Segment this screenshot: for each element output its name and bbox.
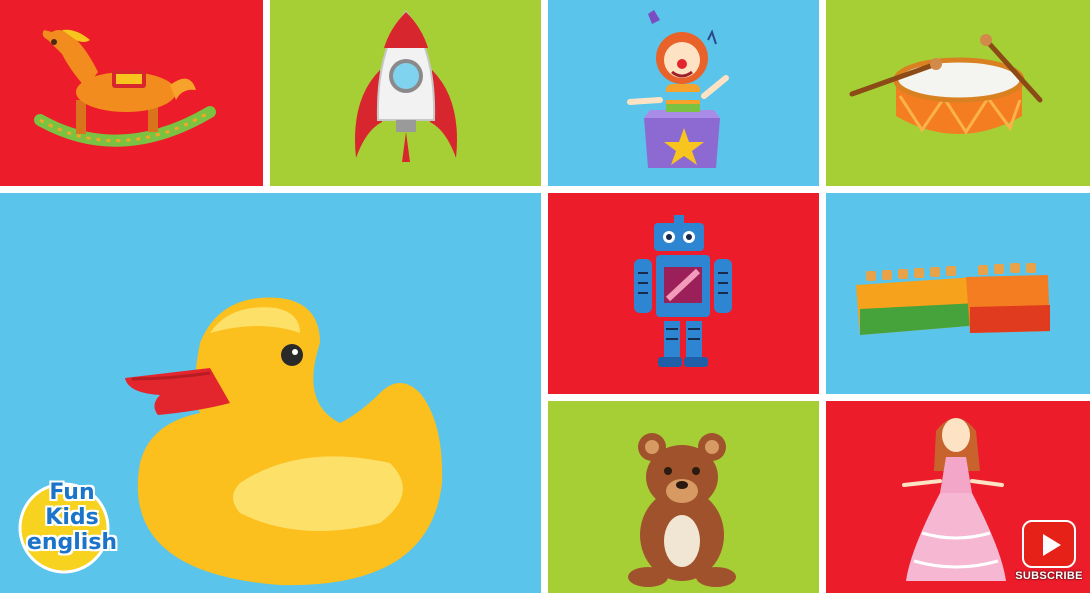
subscribe-label: SUBSCRIBE <box>1015 570 1083 582</box>
tile-teddy-bear <box>548 401 819 593</box>
subscribe-button[interactable]: SUBSCRIBE <box>1014 520 1084 588</box>
tile-rocking-horse <box>0 0 263 186</box>
drum-icon <box>849 34 1043 135</box>
building-blocks-icon <box>856 263 1050 335</box>
play-triangle-icon <box>1043 534 1061 556</box>
tile-rocket <box>270 0 541 186</box>
youtube-play-icon <box>1022 520 1076 568</box>
tile-drum <box>826 0 1090 186</box>
teddy-bear-icon <box>628 433 736 587</box>
logo-line-2: Kids <box>45 505 99 530</box>
tile-robot <box>548 193 819 394</box>
logo-line-1: Fun <box>49 480 95 505</box>
logo-line-3: english <box>26 530 118 555</box>
tile-building-blocks <box>826 193 1090 394</box>
rocking-horse-icon <box>34 29 216 147</box>
toys-grid: Fun Kids english SUBSCRIBE <box>0 0 1090 593</box>
robot-icon <box>634 215 732 367</box>
jack-in-the-box-icon <box>627 10 729 168</box>
rocket-icon <box>355 10 457 162</box>
fun-kids-english-logo: Fun Kids english <box>14 478 130 578</box>
tile-jack-in-the-box <box>548 0 819 186</box>
